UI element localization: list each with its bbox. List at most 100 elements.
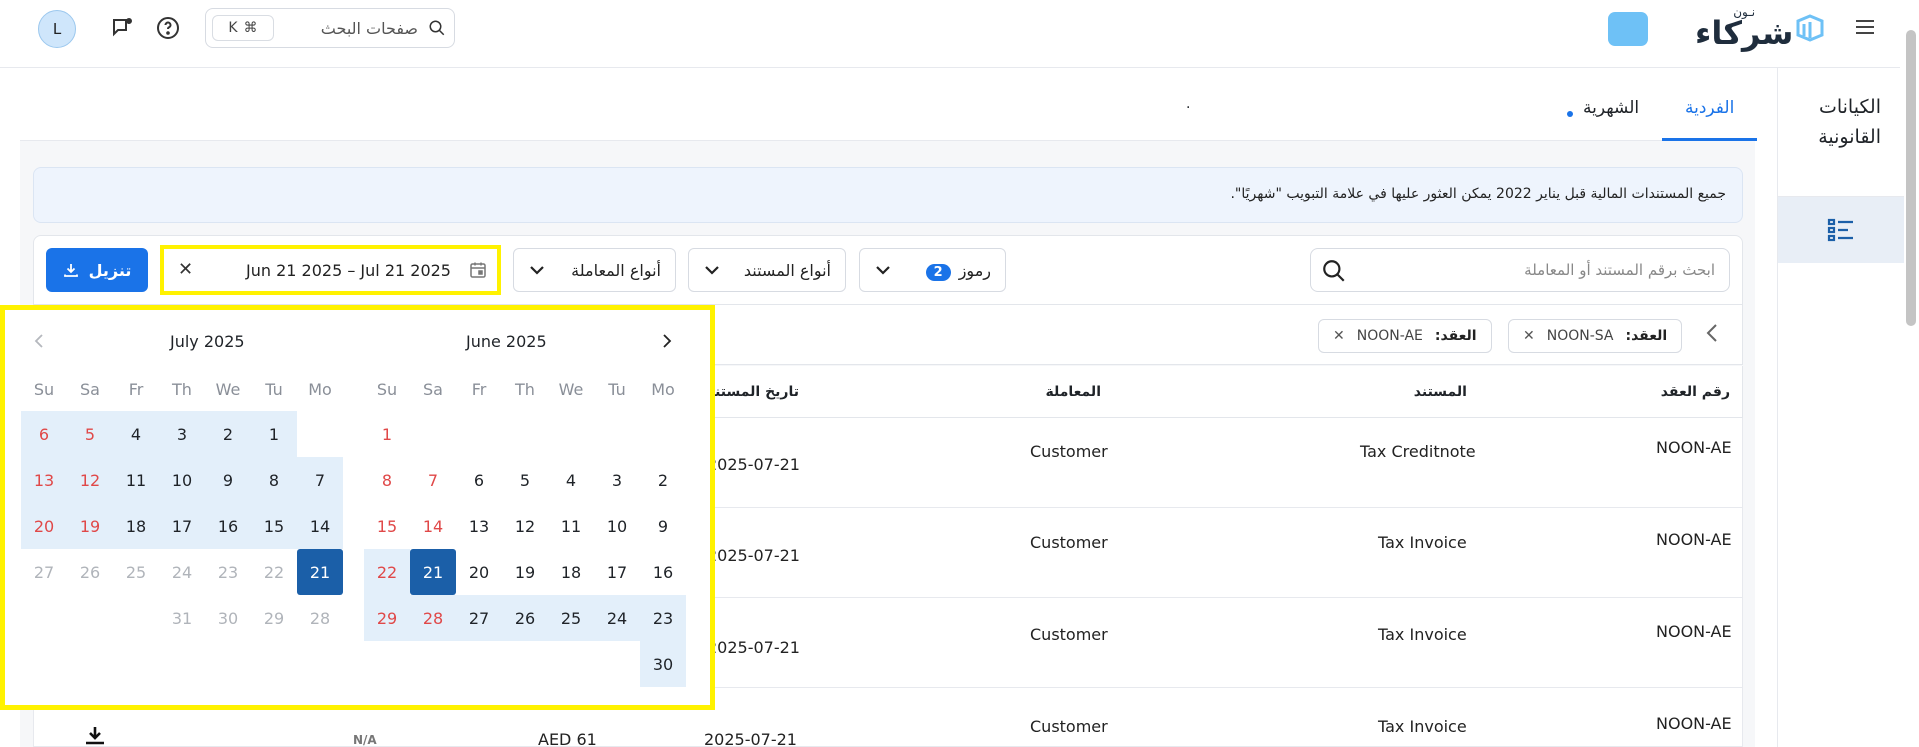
- calendar-day[interactable]: 12: [502, 503, 548, 549]
- calendar-day[interactable]: 16: [640, 549, 686, 595]
- close-icon[interactable]: ✕: [1333, 328, 1345, 344]
- calendar-day[interactable]: 25: [113, 549, 159, 595]
- calendar-day[interactable]: 5: [67, 411, 113, 457]
- calendar-day[interactable]: 29: [364, 595, 410, 641]
- calendar-day[interactable]: 9: [205, 457, 251, 503]
- side-nav: الكيانات القانونية: [1777, 68, 1904, 747]
- calendar-empty: [364, 641, 410, 687]
- calendar-day[interactable]: 25: [548, 595, 594, 641]
- transaction-types-dropdown[interactable]: أنواع المعاملة: [513, 248, 676, 292]
- tab-monthly[interactable]: الشهرية: [1583, 98, 1639, 118]
- calendar-day[interactable]: 18: [548, 549, 594, 595]
- th-doc-date: تاريخ المستند: [707, 384, 799, 400]
- calendar-day[interactable]: 23: [640, 595, 686, 641]
- filter-chip[interactable]: العقد: NOON-AE ✕: [1318, 319, 1492, 353]
- calendar-day[interactable]: 2: [205, 411, 251, 457]
- calendar-day[interactable]: 10: [594, 503, 640, 549]
- cell-date: 2025-07-21: [707, 546, 800, 565]
- calendar-day[interactable]: 27: [21, 549, 67, 595]
- calendar-day[interactable]: 26: [502, 595, 548, 641]
- calendar-day[interactable]: 6: [456, 457, 502, 503]
- calendar-day[interactable]: 16: [205, 503, 251, 549]
- calendar-day[interactable]: 17: [594, 549, 640, 595]
- calendar-day[interactable]: 15: [251, 503, 297, 549]
- calendar-day[interactable]: 14: [297, 503, 343, 549]
- calendar-empty: [456, 641, 502, 687]
- document-types-dropdown[interactable]: أنواع المستند: [688, 248, 846, 292]
- calendar-day[interactable]: 31: [159, 595, 205, 641]
- document-search-input[interactable]: ابحث برقم المستند أو المعاملة: [1310, 248, 1730, 292]
- weekday-label: Su: [376, 380, 398, 399]
- close-icon[interactable]: ✕: [1523, 328, 1535, 344]
- calendar-day[interactable]: 14: [410, 503, 456, 549]
- help-icon[interactable]: [153, 13, 183, 43]
- weekday-label: Sa: [423, 380, 443, 399]
- scrollbar-thumb[interactable]: [1906, 30, 1916, 326]
- clear-icon[interactable]: ✕: [178, 259, 193, 280]
- calendar-day[interactable]: 20: [21, 503, 67, 549]
- date-range-field[interactable]: Jun 21 2025 – Jul 21 2025 ✕: [160, 245, 501, 295]
- calendar-day[interactable]: 4: [548, 457, 594, 503]
- calendar-day[interactable]: 21: [297, 549, 343, 595]
- filter-chip[interactable]: العقد: NOON-SA ✕: [1508, 319, 1683, 353]
- global-search[interactable]: K ⌘ صفحات البحث: [205, 8, 455, 48]
- calendar-day[interactable]: 5: [502, 457, 548, 503]
- prev-month-icon[interactable]: [32, 331, 46, 351]
- calendar-day[interactable]: 30: [205, 595, 251, 641]
- calendar-day[interactable]: 15: [364, 503, 410, 549]
- download-icon[interactable]: [84, 726, 106, 746]
- download-button[interactable]: تنزيل: [46, 248, 148, 292]
- calendar-day[interactable]: 13: [456, 503, 502, 549]
- tab-individual[interactable]: الفردية: [1685, 98, 1734, 118]
- calendar-day[interactable]: 3: [594, 457, 640, 503]
- menu-icon[interactable]: [1854, 16, 1876, 38]
- chat-icon[interactable]: [107, 13, 137, 43]
- nav-title[interactable]: الكيانات القانونية: [1771, 92, 1881, 152]
- calendar-day[interactable]: 20: [456, 549, 502, 595]
- calendar-day[interactable]: 30: [640, 641, 686, 687]
- calendar-day[interactable]: 7: [297, 457, 343, 503]
- calendar-day[interactable]: 17: [159, 503, 205, 549]
- calendar-day[interactable]: 19: [67, 503, 113, 549]
- calendar-day[interactable]: 12: [67, 457, 113, 503]
- calendar-day[interactable]: 2: [640, 457, 686, 503]
- calendar-day[interactable]: 29: [251, 595, 297, 641]
- banner-text: جميع المستندات المالية قبل يناير 2022 يم…: [1230, 186, 1726, 202]
- calendar-day[interactable]: 6: [21, 411, 67, 457]
- calendar-day[interactable]: 1: [364, 411, 410, 457]
- calendar-day[interactable]: 28: [297, 595, 343, 641]
- calendar-day[interactable]: 23: [205, 549, 251, 595]
- next-month-icon[interactable]: [660, 331, 674, 351]
- calendar-day[interactable]: 11: [548, 503, 594, 549]
- calendar-day[interactable]: 8: [251, 457, 297, 503]
- calendar-day[interactable]: 26: [67, 549, 113, 595]
- codes-dropdown[interactable]: رموز2: [859, 248, 1006, 292]
- calendar-day[interactable]: 8: [364, 457, 410, 503]
- app-switcher[interactable]: [1608, 12, 1648, 46]
- th-contract: رقم العقد: [1660, 384, 1730, 400]
- calendar-day[interactable]: 1: [251, 411, 297, 457]
- avatar[interactable]: L: [38, 10, 76, 48]
- calendar-day[interactable]: 18: [113, 503, 159, 549]
- chevron-left-icon[interactable]: [1703, 322, 1723, 344]
- calendar-day[interactable]: 4: [113, 411, 159, 457]
- calendar-day[interactable]: 24: [594, 595, 640, 641]
- calendar-day[interactable]: 7: [410, 457, 456, 503]
- calendar-empty: [502, 411, 548, 457]
- calendar-day[interactable]: 28: [410, 595, 456, 641]
- calendar-day[interactable]: 27: [456, 595, 502, 641]
- calendar-day[interactable]: 11: [113, 457, 159, 503]
- list-icon: [1827, 218, 1853, 242]
- calendar-day[interactable]: 22: [251, 549, 297, 595]
- calendar-day[interactable]: 9: [640, 503, 686, 549]
- nav-item-list[interactable]: [1778, 197, 1904, 263]
- calendar-day[interactable]: 10: [159, 457, 205, 503]
- calendar-day[interactable]: 19: [502, 549, 548, 595]
- th-document: المستند: [1413, 384, 1467, 400]
- calendar-day[interactable]: 13: [21, 457, 67, 503]
- calendar-day[interactable]: 21: [410, 549, 456, 595]
- calendar-day[interactable]: 3: [159, 411, 205, 457]
- calendar-day[interactable]: 24: [159, 549, 205, 595]
- calendar-day[interactable]: 22: [364, 549, 410, 595]
- calendar-empty: [297, 411, 343, 457]
